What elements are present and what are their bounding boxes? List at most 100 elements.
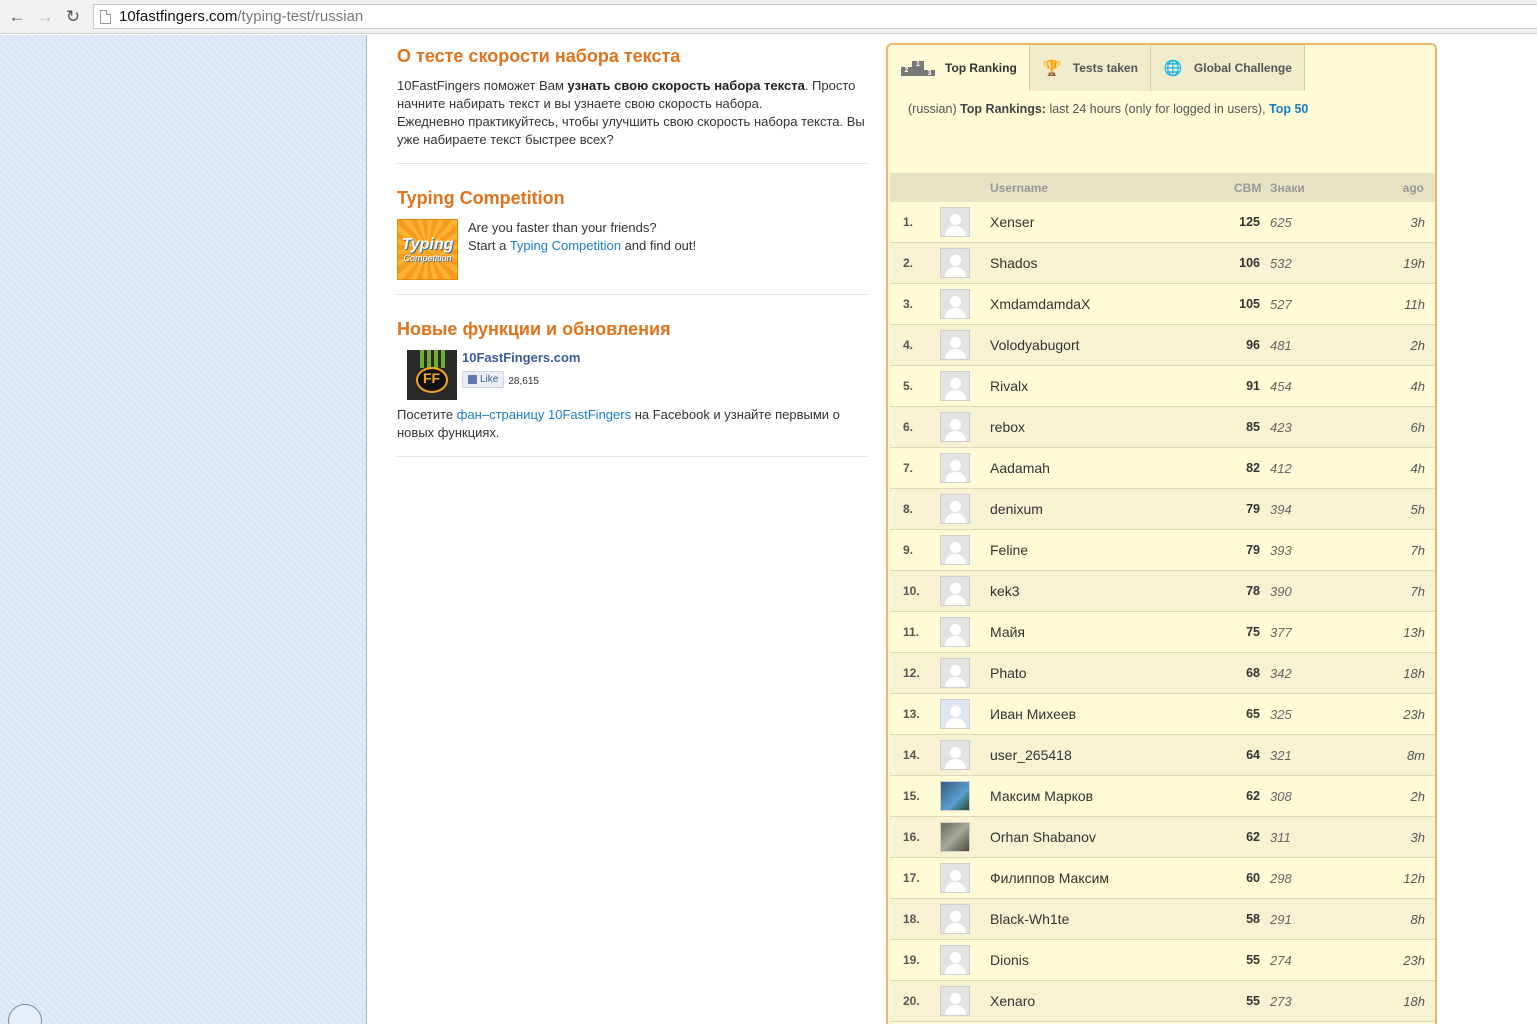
time-ago: 8h bbox=[1410, 912, 1425, 927]
avatar[interactable] bbox=[940, 986, 970, 1016]
rank-number: 20. bbox=[903, 994, 920, 1008]
forward-icon[interactable]: → bbox=[34, 6, 56, 28]
info-bold: Top Rankings: bbox=[960, 102, 1046, 116]
time-ago: 18h bbox=[1403, 666, 1425, 681]
back-icon[interactable]: ← bbox=[6, 6, 28, 28]
time-ago: 11h bbox=[1404, 297, 1425, 312]
username[interactable]: Volodyabugort bbox=[990, 337, 1080, 353]
username[interactable]: XmdamdamdaX bbox=[990, 296, 1090, 312]
rank-number: 12. bbox=[903, 666, 920, 680]
competition-line-2-end: and find out! bbox=[620, 238, 697, 253]
chars-value: 377 bbox=[1270, 625, 1292, 640]
avatar[interactable] bbox=[940, 822, 970, 852]
ranking-rows: 1. Xenser 125 625 3h 2. Shados 106 532 19h 3. Xmdam… bbox=[890, 202, 1435, 1022]
avatar[interactable] bbox=[940, 781, 970, 811]
typing-competition-logo[interactable]: Typing Competition bbox=[397, 219, 458, 280]
username[interactable]: Xenaro bbox=[990, 993, 1035, 1009]
cbm-value: 125 bbox=[1239, 215, 1260, 229]
rank-number: 1. bbox=[903, 215, 914, 229]
avatar[interactable] bbox=[940, 576, 970, 606]
time-ago: 4h bbox=[1410, 461, 1425, 476]
table-row: 7. Aadamah 82 412 4h bbox=[890, 448, 1435, 489]
info-text: last 24 hours (only for logged in users)… bbox=[1045, 102, 1270, 116]
table-row: 17. Филиппов Максим 60 298 12h bbox=[890, 858, 1435, 899]
username[interactable]: Dionis bbox=[990, 952, 1029, 968]
about-bold-text: узнать свою скорость набора текста bbox=[567, 78, 805, 93]
updates-title: Новые функции и обновления bbox=[397, 319, 671, 339]
competition-title: Typing Competition bbox=[397, 188, 565, 208]
avatar[interactable] bbox=[940, 248, 970, 278]
cbm-value: 79 bbox=[1246, 502, 1260, 516]
rank-number: 9. bbox=[903, 543, 914, 557]
username[interactable]: denixum bbox=[990, 501, 1043, 517]
chars-value: 273 bbox=[1270, 994, 1292, 1009]
username[interactable]: Black-Wh1te bbox=[990, 911, 1069, 927]
table-row: 5. Rivalx 91 454 4h bbox=[890, 366, 1435, 407]
time-ago: 2h bbox=[1410, 338, 1425, 353]
avatar[interactable] bbox=[940, 740, 970, 770]
avatar[interactable] bbox=[940, 207, 970, 237]
chars-value: 423 bbox=[1270, 420, 1292, 435]
tab-global-challenge[interactable]: 🌐 Global Challenge bbox=[1150, 45, 1305, 91]
tab-label: Global Challenge bbox=[1193, 61, 1292, 75]
username[interactable]: Xenser bbox=[990, 214, 1034, 230]
fan-page-link[interactable]: фан–страницу 10FastFingers bbox=[457, 407, 631, 422]
cbm-value: 55 bbox=[1246, 953, 1260, 967]
username[interactable]: rebox bbox=[990, 419, 1025, 435]
avatar[interactable] bbox=[940, 699, 970, 729]
avatar[interactable] bbox=[940, 658, 970, 688]
facebook-like-button[interactable]: Like bbox=[462, 371, 505, 388]
top-50-link[interactable]: Top 50 bbox=[1269, 102, 1308, 116]
username[interactable]: Майя bbox=[990, 624, 1025, 640]
avatar[interactable] bbox=[940, 289, 970, 319]
about-paragraph-1: 10FastFingers поможет Вам узнать свою ск… bbox=[397, 77, 867, 113]
username[interactable]: user_265418 bbox=[990, 747, 1072, 763]
tab-tests-taken[interactable]: 🏆 Tests taken bbox=[1029, 45, 1151, 91]
username[interactable]: Максим Марков bbox=[990, 788, 1093, 804]
avatar[interactable] bbox=[940, 330, 970, 360]
time-ago: 2h bbox=[1410, 789, 1425, 804]
cbm-value: 96 bbox=[1246, 338, 1260, 352]
rank-number: 13. bbox=[903, 707, 920, 721]
username[interactable]: Orhan Shabanov bbox=[990, 829, 1096, 845]
cbm-value: 64 bbox=[1246, 748, 1260, 762]
url-host: 10fastfingers.com bbox=[119, 8, 238, 25]
username[interactable]: Иван Михеев bbox=[990, 706, 1076, 722]
cbm-value: 79 bbox=[1246, 543, 1260, 557]
username[interactable]: Phato bbox=[990, 665, 1027, 681]
username[interactable]: Feline bbox=[990, 542, 1028, 558]
username[interactable]: kek3 bbox=[990, 583, 1020, 599]
facebook-page-link[interactable]: 10FastFingers.com bbox=[462, 350, 581, 365]
avatar[interactable] bbox=[940, 863, 970, 893]
cbm-value: 62 bbox=[1246, 789, 1260, 803]
ranking-panel: 2 1 3 Top Ranking 🏆 Tests taken 🌐 Global… bbox=[886, 43, 1437, 1024]
avatar[interactable] bbox=[940, 494, 970, 524]
avatar[interactable] bbox=[940, 945, 970, 975]
like-count: 28,615 bbox=[508, 376, 539, 387]
avatar[interactable] bbox=[940, 617, 970, 647]
username[interactable]: Rivalx bbox=[990, 378, 1028, 394]
username[interactable]: Филиппов Максим bbox=[990, 870, 1109, 886]
time-ago: 12h bbox=[1403, 871, 1425, 886]
username[interactable]: Aadamah bbox=[990, 460, 1050, 476]
browser-toolbar: ← → ↻ 10fastfingers.com/typing-test/russ… bbox=[0, 0, 1537, 34]
address-bar[interactable]: 10fastfingers.com/typing-test/russian bbox=[93, 4, 1537, 29]
ranking-description: (russian) Top Rankings: last 24 hours (o… bbox=[888, 91, 1435, 173]
avatar[interactable] bbox=[940, 904, 970, 934]
rank-number: 18. bbox=[903, 912, 920, 926]
rank-number: 14. bbox=[903, 748, 920, 762]
username[interactable]: Shados bbox=[990, 255, 1037, 271]
header-username: Username bbox=[990, 180, 1049, 195]
avatar[interactable] bbox=[940, 412, 970, 442]
avatar[interactable] bbox=[940, 371, 970, 401]
10fastfingers-logo[interactable]: FF bbox=[407, 350, 457, 400]
avatar[interactable] bbox=[940, 453, 970, 483]
reload-icon[interactable]: ↻ bbox=[62, 6, 84, 28]
rank-number: 6. bbox=[903, 420, 914, 434]
chars-value: 321 bbox=[1270, 748, 1292, 763]
avatar[interactable] bbox=[940, 535, 970, 565]
tab-top-ranking[interactable]: 2 1 3 Top Ranking bbox=[890, 45, 1030, 91]
thumbs-up-icon bbox=[468, 375, 477, 384]
circle-button-icon[interactable] bbox=[8, 1004, 42, 1024]
typing-competition-link[interactable]: Typing Competition bbox=[510, 238, 621, 253]
